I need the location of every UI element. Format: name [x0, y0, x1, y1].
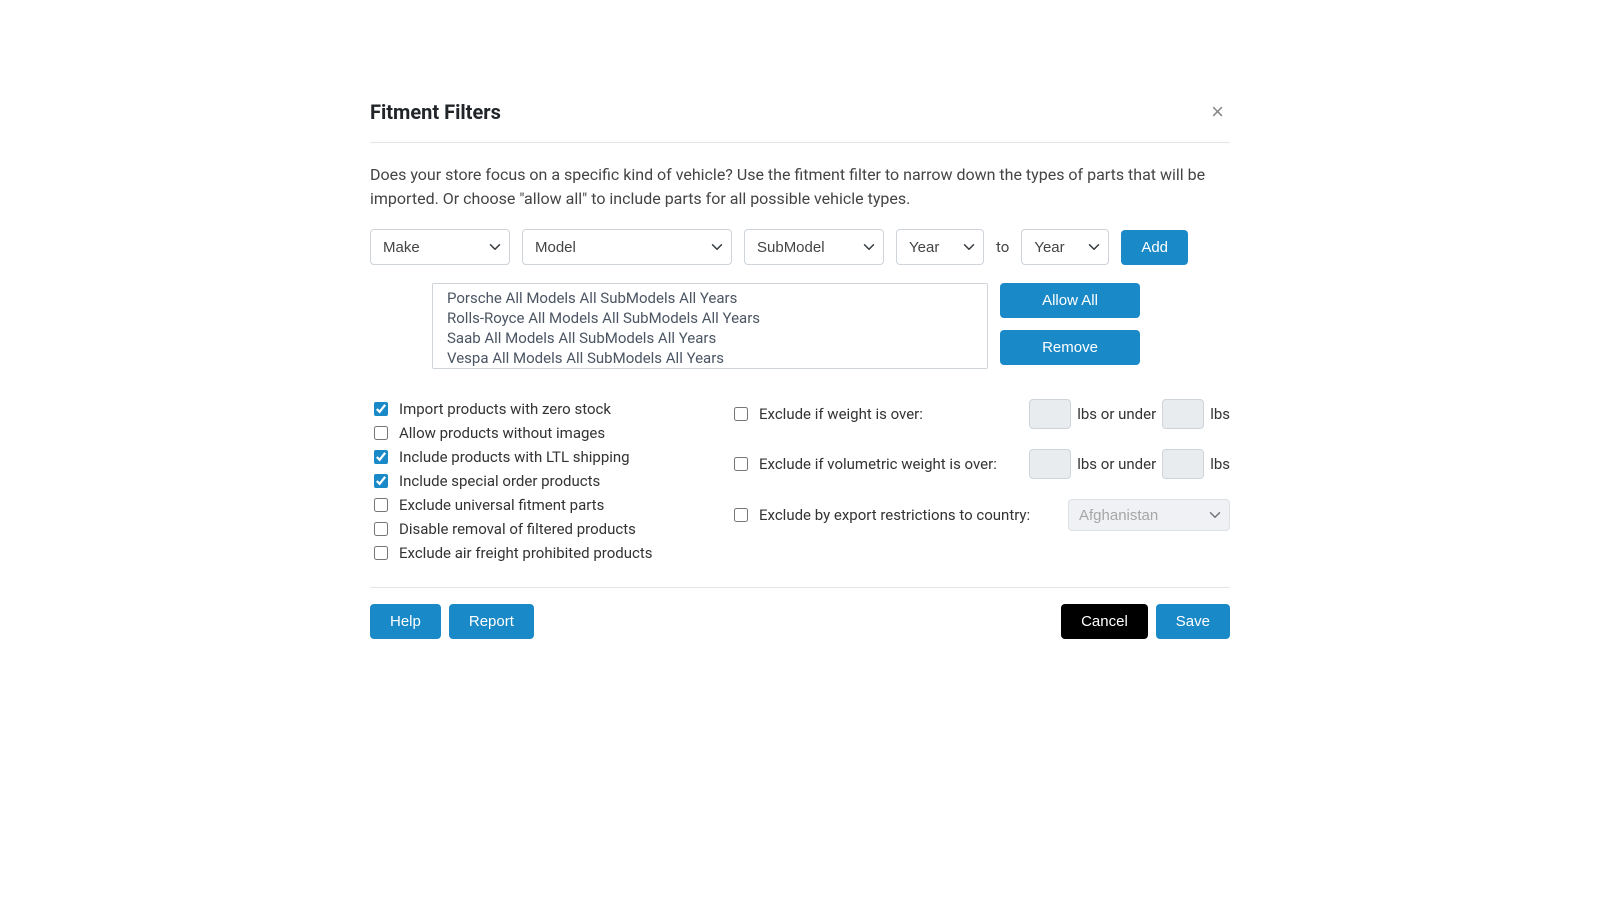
weight-over-unit: lbs or under	[1077, 405, 1156, 423]
fitment-selector-row: Make Model SubModel Year to Year Add	[370, 229, 1230, 265]
save-button[interactable]: Save	[1156, 604, 1230, 639]
option-checkbox[interactable]	[374, 450, 388, 464]
exclude-export-label: Exclude by export restrictions to countr…	[759, 506, 1030, 524]
option-label: Include products with LTL shipping	[399, 448, 630, 466]
weight-under-unit: lbs	[1210, 405, 1230, 423]
modal-footer: Help Report Cancel Save	[370, 587, 1230, 639]
submodel-select[interactable]: SubModel	[744, 229, 884, 265]
help-button[interactable]: Help	[370, 604, 441, 639]
option-line[interactable]: Disable removal of filtered products	[370, 519, 690, 539]
volumetric-over-unit: lbs or under	[1077, 455, 1156, 473]
option-label: Import products with zero stock	[399, 400, 611, 418]
weight-under-input[interactable]	[1162, 399, 1204, 429]
option-checkbox[interactable]	[374, 498, 388, 512]
close-icon[interactable]: ×	[1205, 100, 1230, 124]
modal-body: Does your store focus on a specific kind…	[370, 143, 1230, 587]
option-line[interactable]: Allow products without images	[370, 423, 690, 443]
add-button[interactable]: Add	[1121, 230, 1188, 265]
fitment-list-row: Porsche All Models All SubModels All Yea…	[370, 283, 1230, 369]
option-checkbox[interactable]	[374, 474, 388, 488]
modal-description: Does your store focus on a specific kind…	[370, 163, 1230, 211]
exclude-weight-label: Exclude if weight is over:	[759, 405, 923, 423]
option-checkbox[interactable]	[374, 426, 388, 440]
option-label: Exclude universal fitment parts	[399, 496, 604, 514]
option-label: Disable removal of filtered products	[399, 520, 636, 538]
make-select[interactable]: Make	[370, 229, 510, 265]
option-line[interactable]: Include products with LTL shipping	[370, 447, 690, 467]
modal-header: Fitment Filters ×	[370, 100, 1230, 143]
allow-all-button[interactable]: Allow All	[1000, 283, 1140, 318]
options-row: Import products with zero stock Allow pro…	[370, 399, 1230, 567]
option-line[interactable]: Include special order products	[370, 471, 690, 491]
option-line[interactable]: Exclude air freight prohibited products	[370, 543, 690, 563]
year-to-select[interactable]: Year	[1021, 229, 1109, 265]
option-label: Exclude air freight prohibited products	[399, 544, 652, 562]
modal-title: Fitment Filters	[370, 100, 501, 124]
remove-button[interactable]: Remove	[1000, 330, 1140, 365]
exclude-export-checkbox[interactable]	[734, 508, 748, 522]
weight-over-input[interactable]	[1029, 399, 1071, 429]
fitment-list-item[interactable]: Volkswagen All Models All SubModels All …	[433, 368, 987, 369]
fitment-list-item[interactable]: Rolls-Royce All Models All SubModels All…	[433, 308, 987, 328]
exclude-volumetric-row: Exclude if volumetric weight is over: lb…	[730, 449, 1230, 479]
fitment-list-item[interactable]: Porsche All Models All SubModels All Yea…	[433, 288, 987, 308]
option-checkbox[interactable]	[374, 522, 388, 536]
left-options: Import products with zero stock Allow pro…	[370, 399, 690, 567]
volumetric-over-input[interactable]	[1029, 449, 1071, 479]
option-line[interactable]: Import products with zero stock	[370, 399, 690, 419]
list-side-buttons: Allow All Remove	[1000, 283, 1140, 369]
exclude-volumetric-label: Exclude if volumetric weight is over:	[759, 455, 997, 473]
option-line[interactable]: Exclude universal fitment parts	[370, 495, 690, 515]
option-label: Include special order products	[399, 472, 600, 490]
country-select[interactable]: Afghanistan	[1068, 499, 1230, 531]
exclude-weight-row: Exclude if weight is over: lbs or under …	[730, 399, 1230, 429]
fitment-list-item[interactable]: Saab All Models All SubModels All Years	[433, 328, 987, 348]
fitment-filters-modal: Fitment Filters × Does your store focus …	[370, 100, 1230, 639]
option-checkbox[interactable]	[374, 402, 388, 416]
option-checkbox[interactable]	[374, 546, 388, 560]
exclude-weight-checkbox[interactable]	[734, 407, 748, 421]
to-label: to	[996, 238, 1009, 256]
fitment-listbox[interactable]: Porsche All Models All SubModels All Yea…	[432, 283, 988, 369]
year-from-select[interactable]: Year	[896, 229, 984, 265]
option-label: Allow products without images	[399, 424, 605, 442]
exclude-volumetric-checkbox[interactable]	[734, 457, 748, 471]
right-options: Exclude if weight is over: lbs or under …	[730, 399, 1230, 567]
exclude-export-row: Exclude by export restrictions to countr…	[730, 499, 1230, 531]
report-button[interactable]: Report	[449, 604, 534, 639]
volumetric-under-input[interactable]	[1162, 449, 1204, 479]
cancel-button[interactable]: Cancel	[1061, 604, 1148, 639]
fitment-list-item[interactable]: Vespa All Models All SubModels All Years	[433, 348, 987, 368]
model-select[interactable]: Model	[522, 229, 732, 265]
volumetric-under-unit: lbs	[1210, 455, 1230, 473]
